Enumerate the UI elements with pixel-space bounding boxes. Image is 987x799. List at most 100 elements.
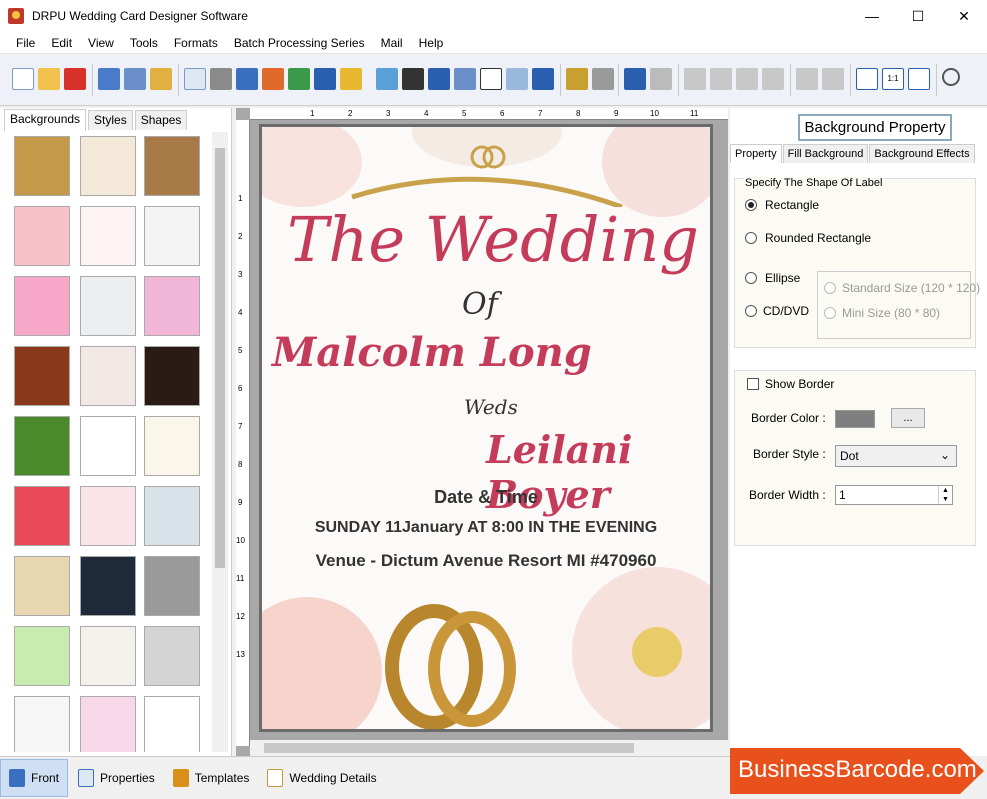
mail-icon[interactable] <box>506 68 528 90</box>
background-thumbnail[interactable] <box>144 206 200 266</box>
spinner-icon[interactable]: ▲ ▼ <box>938 486 952 504</box>
show-border-checkbox[interactable] <box>747 378 759 390</box>
background-thumbnail[interactable] <box>14 276 70 336</box>
cut-icon[interactable] <box>684 68 706 90</box>
card-of-text[interactable]: Of <box>462 287 498 322</box>
rectangle-radio[interactable] <box>745 199 757 211</box>
background-thumbnail[interactable] <box>80 276 136 336</box>
gift-icon[interactable] <box>262 68 284 90</box>
border-color-swatch[interactable] <box>835 410 875 428</box>
menu-mail[interactable]: Mail <box>373 36 411 50</box>
copy-icon[interactable] <box>710 68 732 90</box>
background-thumbnail[interactable] <box>144 626 200 686</box>
cd-dvd-radio[interactable] <box>745 305 757 317</box>
background-thumbnail[interactable] <box>80 556 136 616</box>
grid-icon[interactable] <box>856 68 878 90</box>
background-thumbnail[interactable] <box>144 416 200 476</box>
background-thumbnail[interactable] <box>80 136 136 196</box>
background-thumbnail[interactable] <box>144 276 200 336</box>
save-icon[interactable] <box>98 68 120 90</box>
tab-fill-background[interactable]: Fill Background <box>782 144 869 163</box>
image-icon[interactable] <box>288 68 310 90</box>
database-icon[interactable] <box>566 68 588 90</box>
menu-tools[interactable]: Tools <box>122 36 166 50</box>
tab-background-effects[interactable]: Background Effects <box>869 144 975 163</box>
tab-backgrounds[interactable]: Backgrounds <box>4 109 87 131</box>
date-heading[interactable]: Date & Time <box>262 487 710 508</box>
background-thumbnail[interactable] <box>80 486 136 546</box>
pen-icon[interactable] <box>314 68 336 90</box>
front-tab-button[interactable]: Front <box>0 759 69 797</box>
background-thumbnail[interactable] <box>14 696 70 752</box>
close-button[interactable]: ✕ <box>941 0 987 32</box>
menu-help[interactable]: Help <box>411 36 452 50</box>
border-style-select[interactable]: Dot ⌄ <box>835 445 957 467</box>
standard-size-radio[interactable] <box>824 282 836 294</box>
background-thumbnail[interactable] <box>14 416 70 476</box>
border-color-browse-button[interactable]: ... <box>891 408 925 428</box>
actual-size-icon[interactable]: 1:1 <box>882 68 904 90</box>
wedding-card[interactable]: The Wedding Of Malcolm Long Weds Leilani… <box>259 124 713 732</box>
line-icon[interactable] <box>532 68 554 90</box>
print-batch-icon[interactable] <box>236 68 258 90</box>
menu-formats[interactable]: Formats <box>166 36 226 50</box>
background-thumbnail[interactable] <box>80 416 136 476</box>
menu-edit[interactable]: Edit <box>43 36 80 50</box>
tab-styles[interactable]: Styles <box>88 110 133 130</box>
fit-window-icon[interactable] <box>908 68 930 90</box>
database-settings-icon[interactable] <box>592 68 614 90</box>
thumbnails-scrollbar[interactable] <box>212 132 228 752</box>
background-thumbnail[interactable] <box>144 696 200 752</box>
background-thumbnail[interactable] <box>144 486 200 546</box>
menu-file[interactable]: File <box>8 36 43 50</box>
card-weds-text[interactable]: Weds <box>464 395 518 419</box>
tab-property[interactable]: Property <box>730 144 782 163</box>
zoom-in-icon[interactable] <box>942 68 960 86</box>
background-thumbnail[interactable] <box>144 556 200 616</box>
minimize-button[interactable]: — <box>849 0 895 32</box>
paste-icon[interactable] <box>736 68 758 90</box>
background-thumbnail[interactable] <box>144 346 200 406</box>
open-icon[interactable] <box>38 68 60 90</box>
background-thumbnail[interactable] <box>14 486 70 546</box>
undo-icon[interactable] <box>624 68 646 90</box>
wedding-details-tab-button[interactable]: Wedding Details <box>259 759 384 797</box>
border-width-input[interactable]: 1 ▲ ▼ <box>835 485 953 505</box>
background-thumbnail[interactable] <box>14 626 70 686</box>
text-style-icon[interactable] <box>454 68 476 90</box>
text-icon[interactable] <box>428 68 450 90</box>
barcode-icon[interactable] <box>402 68 424 90</box>
ellipse-radio[interactable] <box>745 272 757 284</box>
signature-icon[interactable] <box>480 68 502 90</box>
background-thumbnail[interactable] <box>80 626 136 686</box>
wordart-icon[interactable] <box>376 68 398 90</box>
delete-icon[interactable] <box>762 68 784 90</box>
background-thumbnail[interactable] <box>14 346 70 406</box>
background-thumbnail[interactable] <box>80 696 136 752</box>
canvas-horizontal-scrollbar[interactable] <box>250 740 728 756</box>
card-title[interactable]: The Wedding <box>278 205 708 275</box>
templates-tab-button[interactable]: Templates <box>165 759 258 797</box>
background-thumbnail[interactable] <box>80 346 136 406</box>
menu-batch-processing[interactable]: Batch Processing Series <box>226 36 373 50</box>
save-as-icon[interactable] <box>124 68 146 90</box>
menu-view[interactable]: View <box>80 36 122 50</box>
date-text[interactable]: SUNDAY 11January AT 8:00 IN THE EVENING <box>262 519 710 537</box>
rounded-rectangle-radio[interactable] <box>745 232 757 244</box>
tab-shapes[interactable]: Shapes <box>134 110 188 130</box>
background-thumbnail[interactable] <box>14 556 70 616</box>
redo-icon[interactable] <box>650 68 672 90</box>
send-back-icon[interactable] <box>822 68 844 90</box>
background-thumbnail[interactable] <box>80 206 136 266</box>
background-thumbnail[interactable] <box>14 206 70 266</box>
mini-size-radio[interactable] <box>824 307 836 319</box>
bring-front-icon[interactable] <box>796 68 818 90</box>
background-thumbnail[interactable] <box>144 136 200 196</box>
print-icon[interactable] <box>210 68 232 90</box>
close-file-icon[interactable] <box>64 68 86 90</box>
groom-name[interactable]: Malcolm Long <box>272 329 592 376</box>
maximize-button[interactable]: ☐ <box>895 0 941 32</box>
background-thumbnail[interactable] <box>14 136 70 196</box>
shapes-icon[interactable] <box>340 68 362 90</box>
properties-icon[interactable] <box>184 68 206 90</box>
